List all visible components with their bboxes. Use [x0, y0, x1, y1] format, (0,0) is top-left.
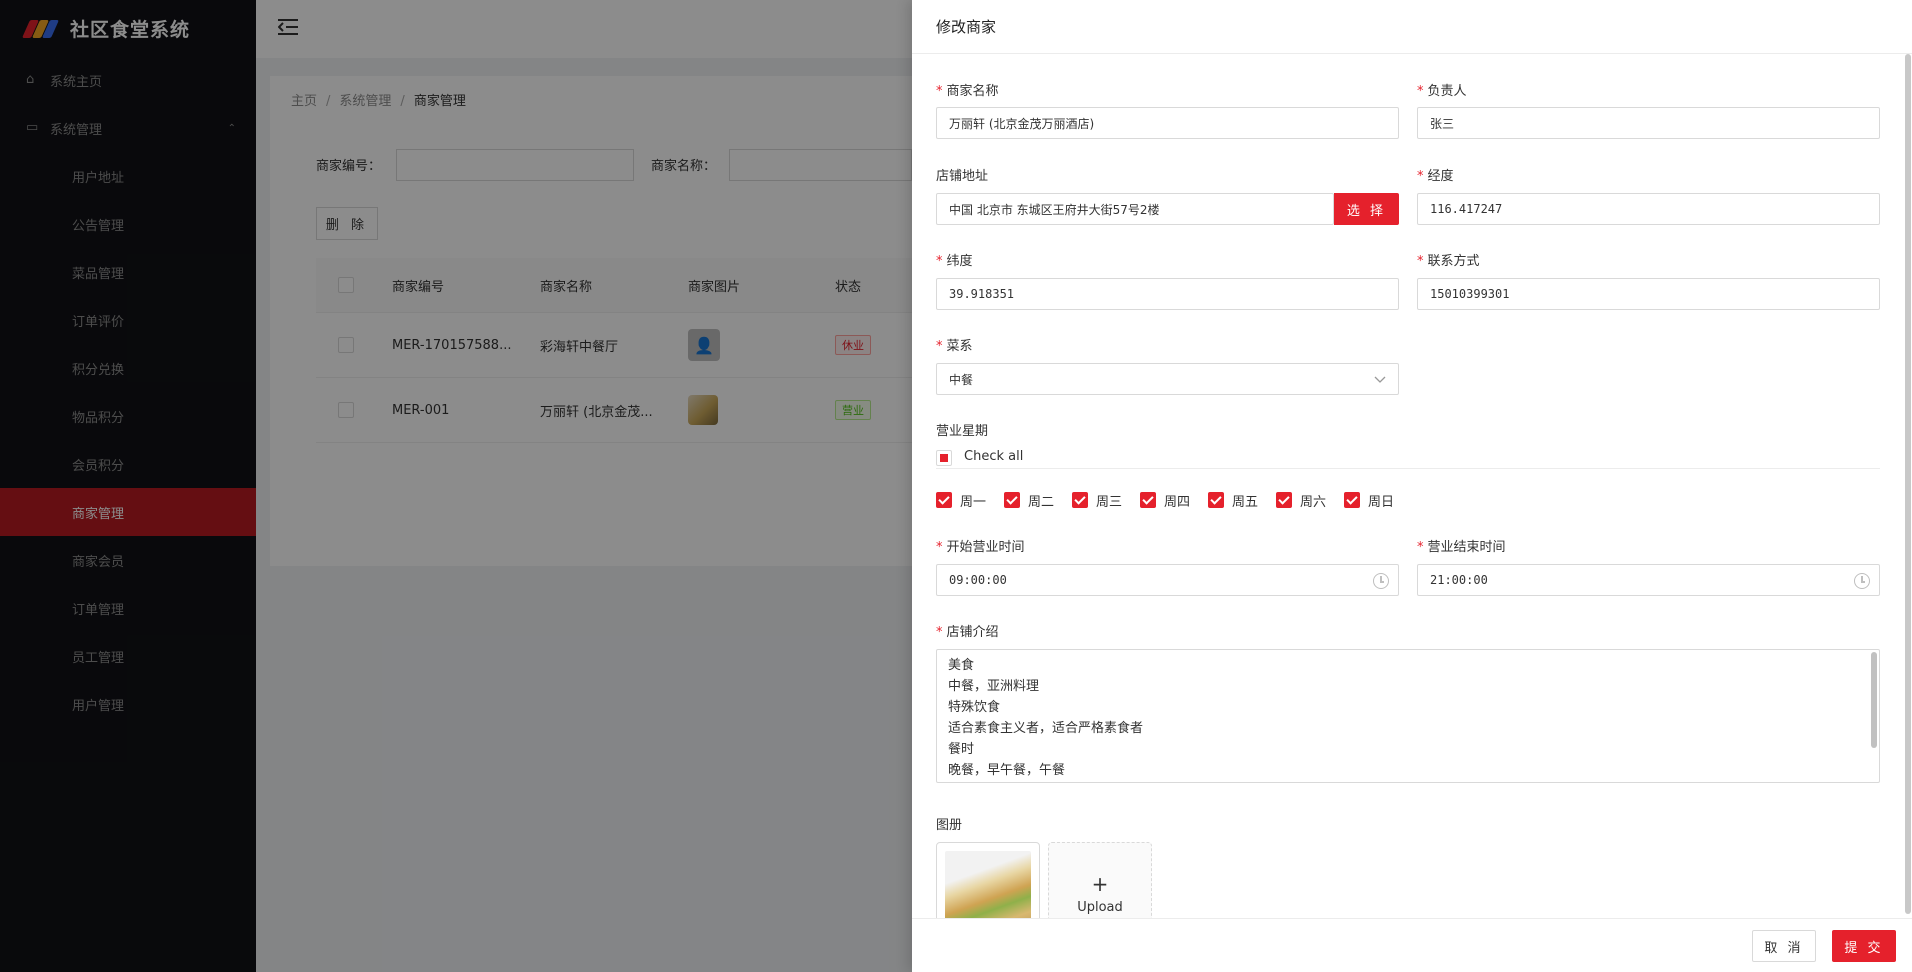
plus-icon: +: [1091, 871, 1109, 896]
weekday-checkbox-fri[interactable]: [1208, 492, 1224, 508]
start-time-label: * 开始营业时间: [936, 540, 1025, 555]
check-all-checkbox[interactable]: [936, 450, 952, 466]
latitude-input[interactable]: 39.918351: [936, 278, 1399, 310]
start-time-picker[interactable]: 09:00:00: [936, 564, 1399, 596]
drawer-scrollbar[interactable]: [1905, 54, 1911, 914]
upload-label: Upload: [1077, 899, 1123, 915]
intro-textarea[interactable]: 美食 中餐，亚洲料理 特殊饮食 适合素食主义者，适合严格素食者 餐时 晚餐，早午…: [936, 649, 1880, 783]
clock-icon: [1373, 573, 1389, 589]
cuisine-label: * 菜系: [936, 339, 973, 354]
intro-line: 餐时: [948, 742, 975, 757]
textarea-scrollbar[interactable]: [1871, 652, 1877, 748]
weekday-label: 周五: [1232, 495, 1259, 510]
merchant-name-label: * 商家名称: [936, 84, 999, 99]
end-time-picker[interactable]: 21:00:00: [1417, 564, 1880, 596]
select-address-button[interactable]: 选 择: [1334, 193, 1399, 225]
clock-icon: [1854, 573, 1870, 589]
address-label: 店铺地址: [936, 169, 989, 184]
gallery-label: 图册: [936, 818, 963, 833]
drawer-body: * 商家名称 万丽轩 (北京金茂万丽酒店) * 负责人 张三 店铺地址 中国 北京市…: [936, 54, 1880, 918]
upload-button[interactable]: + Upload: [1048, 842, 1152, 918]
weekday-checkbox-mon[interactable]: [936, 492, 952, 508]
drawer-title: 修改商家: [912, 0, 1912, 54]
intro-line: 特殊饮食: [948, 700, 1001, 715]
address-input[interactable]: 中国 北京市 东城区王府井大街57号2楼: [936, 193, 1334, 225]
owner-label: * 负责人: [1417, 84, 1467, 99]
chevron-down-icon: [1374, 376, 1386, 383]
weekday-label: 周二: [1028, 495, 1055, 510]
check-all-label: Check all: [964, 449, 1024, 464]
cuisine-select[interactable]: 中餐: [936, 363, 1399, 395]
edit-merchant-drawer: 修改商家 * 商家名称 万丽轩 (北京金茂万丽酒店) * 负责人 张三 店铺地址 中…: [912, 0, 1912, 972]
weekday-checkbox-sun[interactable]: [1344, 492, 1360, 508]
submit-button[interactable]: 提 交: [1832, 930, 1896, 962]
weekday-label: 周四: [1164, 495, 1191, 510]
cuisine-selected-value: 中餐: [949, 372, 974, 387]
divider: [936, 468, 1880, 469]
intro-label: * 店铺介绍: [936, 625, 999, 640]
intro-line: 美食: [948, 658, 975, 673]
weekday-checkbox-sat[interactable]: [1276, 492, 1292, 508]
contact-input[interactable]: 15010399301: [1417, 278, 1880, 310]
weekday-label: 周一: [960, 495, 987, 510]
intro-line: 晚餐，早午餐，午餐: [948, 763, 1066, 778]
weekday-checkbox-thu[interactable]: [1140, 492, 1156, 508]
gallery-image: [945, 851, 1031, 918]
drawer-footer: 取 消 提 交: [912, 918, 1912, 972]
weekday-label: 周六: [1300, 495, 1327, 510]
contact-label: * 联系方式: [1417, 254, 1480, 269]
weekday-label: 周日: [1368, 495, 1395, 510]
weekday-checkbox-wed[interactable]: [1072, 492, 1088, 508]
latitude-label: * 纬度: [936, 254, 973, 269]
end-time-value: 21:00:00: [1430, 573, 1488, 587]
merchant-name-input[interactable]: 万丽轩 (北京金茂万丽酒店): [936, 107, 1399, 139]
weekdays-label: 营业星期: [936, 424, 989, 439]
intro-line: 中餐，亚洲料理: [948, 679, 1040, 694]
longitude-label: * 经度: [1417, 169, 1454, 184]
owner-input[interactable]: 张三: [1417, 107, 1880, 139]
intro-line: 适合素食主义者，适合严格素食者: [948, 721, 1144, 736]
cancel-button[interactable]: 取 消: [1752, 930, 1816, 962]
longitude-input[interactable]: 116.417247: [1417, 193, 1880, 225]
end-time-label: * 营业结束时间: [1417, 540, 1506, 555]
gallery-image-card[interactable]: [936, 842, 1040, 918]
weekday-label: 周三: [1096, 495, 1123, 510]
weekday-checkbox-tue[interactable]: [1004, 492, 1020, 508]
start-time-value: 09:00:00: [949, 573, 1007, 587]
